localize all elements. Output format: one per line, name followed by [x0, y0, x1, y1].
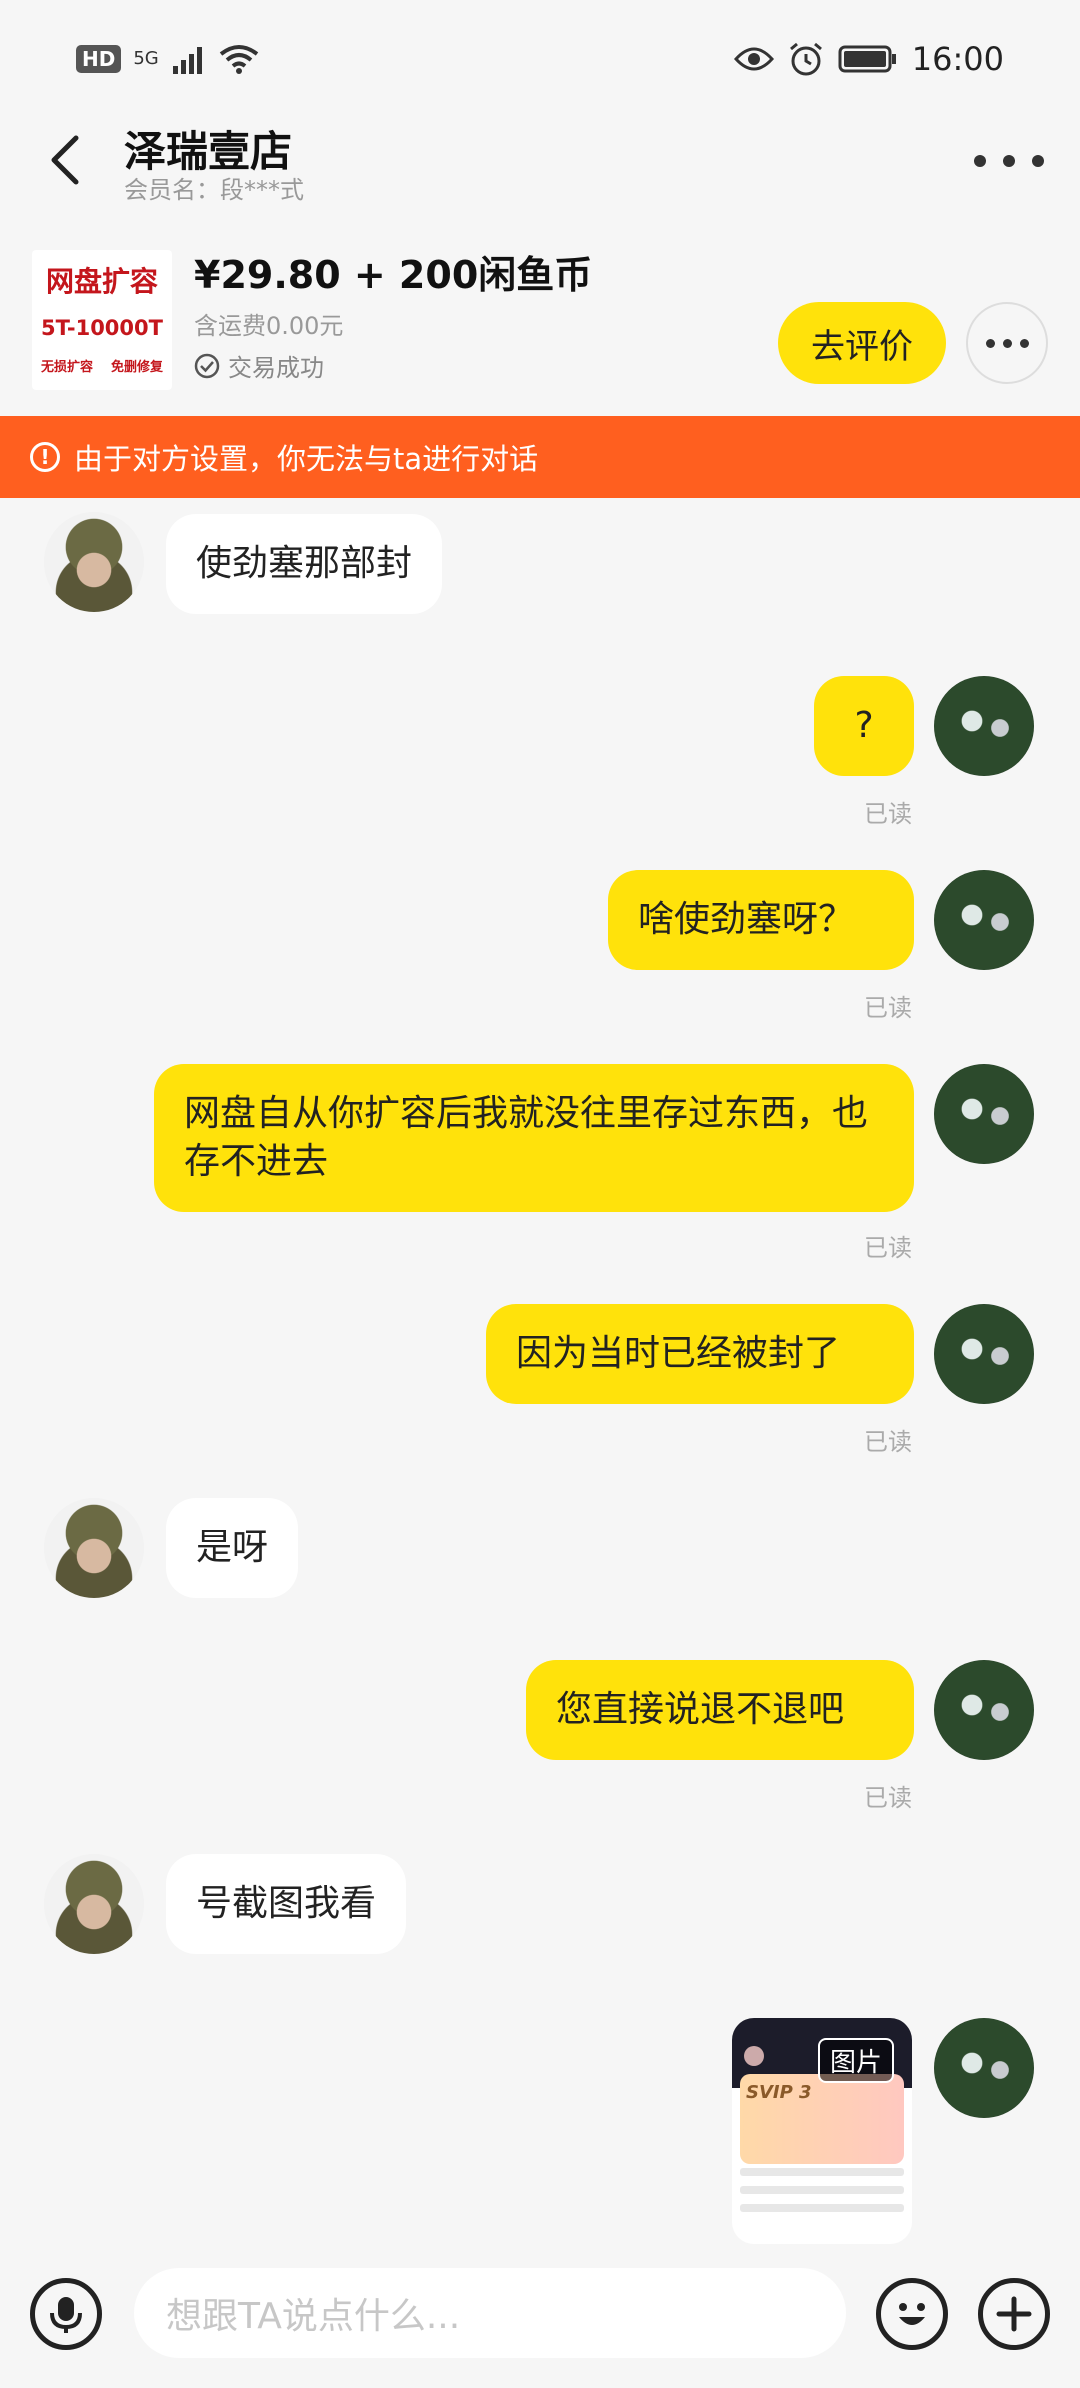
warning-icon: !	[30, 442, 60, 472]
member-name: 会员名：段***式	[124, 176, 304, 204]
order-status: 交易成功	[194, 348, 324, 383]
read-receipt: 已读	[864, 800, 912, 828]
emoji-button[interactable]	[876, 2278, 948, 2350]
image-message[interactable]: SVIP 3 图片	[732, 2018, 912, 2244]
clock: 16:00	[911, 40, 1004, 78]
my-avatar[interactable]	[934, 870, 1034, 970]
image-label: 图片	[818, 2038, 895, 2083]
more-dot	[1003, 155, 1015, 167]
image-preview-row	[740, 2186, 904, 2194]
hd-badge: HD	[76, 45, 122, 73]
message-bubble-incoming[interactable]: 是呀	[166, 1498, 299, 1598]
back-arrow-icon[interactable]	[38, 130, 98, 190]
message-bubble-outgoing[interactable]: 您直接说退不退吧	[526, 1660, 914, 1760]
message-input[interactable]: 想跟TA说点什么...	[134, 2268, 846, 2358]
alarm-icon	[789, 42, 822, 76]
message-bubble-outgoing[interactable]: 因为当时已经被封了	[486, 1304, 914, 1404]
my-avatar[interactable]	[934, 1304, 1034, 1404]
check-circle-icon	[194, 353, 220, 378]
seller-avatar[interactable]	[44, 1854, 144, 1954]
product-card[interactable]: 网盘扩容 5T-10000T 无损扩容 免删修复 ¥29.80 + 200闲鱼币…	[0, 230, 1080, 410]
image-preview-card-text: SVIP 3	[746, 2082, 812, 2103]
my-avatar[interactable]	[934, 676, 1034, 776]
review-button[interactable]: 去评价	[778, 302, 946, 384]
voice-button[interactable]	[30, 2278, 102, 2350]
add-button[interactable]	[978, 2278, 1050, 2350]
wifi-icon	[219, 45, 258, 74]
network-type: 5G	[133, 48, 159, 69]
product-more-button[interactable]	[966, 302, 1048, 384]
read-receipt: 已读	[864, 1234, 912, 1262]
microphone-icon	[50, 2297, 82, 2333]
product-thumbnail[interactable]: 网盘扩容 5T-10000T 无损扩容 免删修复	[32, 250, 172, 390]
thumbnail-range: 5T-10000T	[41, 316, 163, 340]
thumbnail-title: 网盘扩容	[45, 265, 158, 298]
message-bubble-incoming[interactable]: 号截图我看	[166, 1854, 407, 1954]
message-bubble-outgoing[interactable]: 网盘自从你扩容后我就没往里存过东西，也存不进去	[154, 1064, 914, 1212]
input-bar: 想跟TA说点什么...	[0, 2254, 1080, 2388]
my-avatar[interactable]	[934, 2018, 1034, 2118]
my-avatar[interactable]	[934, 1064, 1034, 1164]
read-receipt: 已读	[864, 1428, 912, 1456]
signal-icon	[172, 47, 202, 74]
more-dot	[985, 338, 995, 348]
blocked-warning-banner: ! 由于对方设置，你无法与ta进行对话	[0, 416, 1080, 498]
thumbnail-tag: 无损扩容	[40, 360, 93, 375]
more-dot	[1002, 338, 1012, 348]
warning-text: 由于对方设置，你无法与ta进行对话	[74, 442, 539, 476]
message-bubble-incoming[interactable]: 使劲塞那部封	[166, 514, 443, 614]
image-preview-row	[740, 2168, 904, 2176]
seller-avatar[interactable]	[44, 512, 144, 612]
shipping-fee: 含运费0.00元	[194, 312, 344, 340]
more-options-button[interactable]	[974, 136, 1044, 186]
plus-icon	[996, 2296, 1032, 2332]
eye-icon	[733, 47, 774, 71]
seller-avatar[interactable]	[44, 1498, 144, 1598]
image-preview-avatar	[744, 2046, 764, 2066]
image-preview-row	[740, 2204, 904, 2212]
product-price: ¥29.80 + 200闲鱼币	[194, 253, 593, 297]
status-bar: HD 5G 16:00	[0, 0, 1080, 120]
my-avatar[interactable]	[934, 1660, 1034, 1760]
more-dot	[1032, 155, 1044, 167]
message-bubble-outgoing[interactable]: ?	[814, 676, 914, 776]
read-receipt: 已读	[864, 1784, 912, 1812]
thumbnail-tag: 免删修复	[110, 360, 163, 375]
emoji-icon	[899, 2303, 925, 2325]
image-preview-rows	[740, 2168, 904, 2238]
chat-header: 泽瑞壹店 会员名：段***式	[0, 110, 1080, 210]
battery-icon	[838, 45, 896, 73]
order-status-text: 交易成功	[228, 354, 324, 382]
more-dot	[1019, 338, 1029, 348]
thumbnail-tags: 无损扩容 免删修复	[32, 356, 172, 375]
message-bubble-outgoing[interactable]: 啥使劲塞呀？	[608, 870, 914, 970]
more-dot	[974, 155, 986, 167]
read-receipt: 已读	[864, 994, 912, 1022]
